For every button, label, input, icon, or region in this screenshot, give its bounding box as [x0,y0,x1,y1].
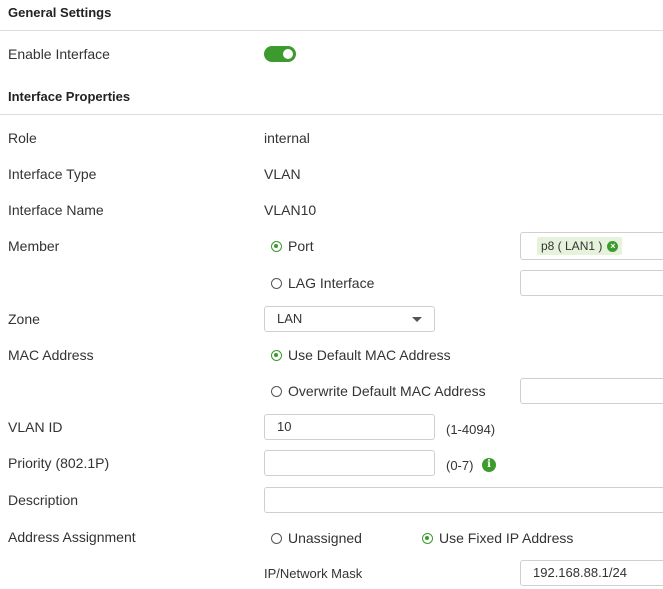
zone-label: Zone [8,311,40,327]
ip-mask-label: IP/Network Mask [264,566,363,581]
member-lag-select[interactable] [520,270,663,296]
radio-dot [271,532,282,544]
vlan-id-input[interactable]: 10 [264,414,435,440]
address-fixed-label: Use Fixed IP Address [439,530,574,546]
member-port-chip: p8 ( LAN1 ) × [537,237,623,255]
radio-dot [271,385,282,397]
ip-mask-input[interactable]: 192.168.88.1/24 [520,560,663,586]
address-unassigned-label: Unassigned [288,530,362,546]
member-lag-radio[interactable]: LAG Interface [271,275,374,291]
radio-dot [271,349,282,361]
description-label: Description [8,492,79,508]
toggle-knob [283,49,293,59]
description-input[interactable] [264,487,663,513]
mac-default-label: Use Default MAC Address [288,347,451,363]
section-title-general: General Settings [8,5,112,20]
zone-value: LAN [277,311,303,326]
enable-interface-toggle[interactable] [264,46,296,62]
mac-overwrite-radio[interactable]: Overwrite Default MAC Address [271,383,486,399]
vlan-id-hint: (1-4094) [446,422,496,437]
priority-hint: (0-7) [446,458,474,473]
info-icon[interactable]: i [482,458,496,472]
member-port-label: Port [288,238,314,254]
close-circle-icon[interactable]: × [607,240,619,252]
interface-type-label: Interface Type [8,166,97,182]
address-fixed-radio[interactable]: Use Fixed IP Address [422,530,573,546]
address-assignment-label: Address Assignment [8,529,136,545]
chevron-down-icon [412,317,422,322]
member-port-radio[interactable]: Port [271,238,314,254]
vlan-id-label: VLAN ID [8,419,63,435]
divider [0,114,663,115]
mac-address-label: MAC Address [8,347,94,363]
enable-interface-label: Enable Interface [8,46,110,62]
role-value: internal [264,130,310,146]
radio-dot [422,532,433,544]
mac-overwrite-input[interactable] [520,378,663,404]
radio-dot [271,277,282,289]
member-chip-label: p8 ( LAN1 ) [541,239,603,253]
mac-overwrite-label: Overwrite Default MAC Address [288,383,486,399]
section-title-properties: Interface Properties [8,89,131,104]
zone-select[interactable]: LAN [264,306,435,332]
priority-label: Priority (802.1P) [8,455,110,471]
priority-input[interactable] [264,450,435,476]
interface-type-value: VLAN [264,166,301,182]
member-lag-label: LAG Interface [288,275,375,291]
member-label: Member [8,238,60,254]
radio-dot [271,240,282,252]
interface-name-label: Interface Name [8,202,104,218]
interface-name-value: VLAN10 [264,202,317,218]
divider [0,30,663,31]
address-unassigned-radio[interactable]: Unassigned [271,530,362,546]
mac-default-radio[interactable]: Use Default MAC Address [271,347,451,363]
role-label: Role [8,130,37,146]
